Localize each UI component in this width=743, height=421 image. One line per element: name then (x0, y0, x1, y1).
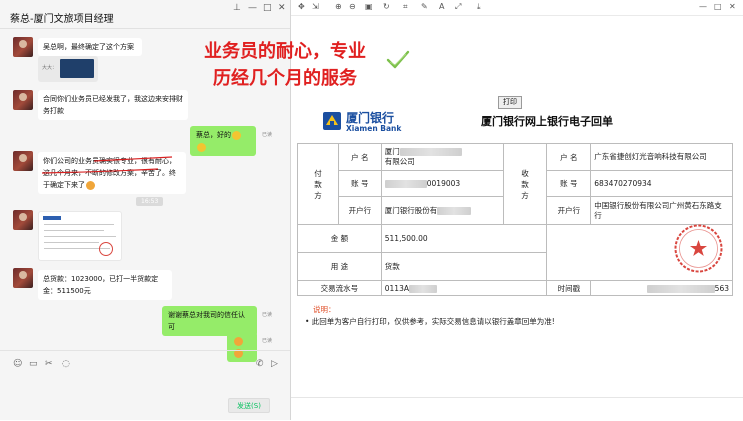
smile-emoji-icon (234, 336, 243, 346)
chat-title: 蔡总-厦门文旅项目经理 (10, 14, 114, 25)
payee-name-value: 广东省捷创灯光音响科技有限公司 (590, 143, 733, 171)
image-thumbnail (60, 59, 94, 78)
folder-icon[interactable]: ▭ (29, 359, 38, 369)
video-icon[interactable]: ▷ (271, 359, 278, 369)
caption-line-1: 业务员的耐心，专业 (204, 41, 366, 62)
receipt-title: 厦门银行网上银行电子回单 (481, 115, 613, 128)
message-bubble[interactable]: 总货款：1023000，已打一半货款定金：511500元 (38, 270, 172, 300)
close-button[interactable]: ✕ (278, 3, 286, 13)
read-status: 已读 (262, 312, 273, 318)
note-text: • 此回单为客户自行打印，仅供参考，实际交易信息请以银行盖章回单为准! (305, 317, 555, 326)
caption-line-2: 历经几个月的服务 (213, 68, 357, 89)
smile-emoji-icon (86, 180, 95, 190)
viewer-toolbar: ✥ ⇲ ⊕ ⊖ ▣ ↻ ⌗ ✎ A ⤢ ⤓ — □ ✕ (291, 0, 743, 16)
close-button[interactable]: ✕ (729, 2, 736, 11)
payee-section-label: 收款方 (502, 143, 548, 225)
avatar[interactable] (13, 37, 33, 57)
note-label: 说明： (313, 305, 336, 314)
edit-icon[interactable]: ✎ (421, 2, 428, 11)
message-text: 总货款：1023000，已打一半货款定金：511500元 (43, 275, 159, 295)
title-divider (0, 28, 290, 29)
message-text: 蔡总，好的 (196, 131, 231, 139)
maximize-button[interactable]: □ (263, 3, 272, 13)
smile-emoji-icon (197, 142, 206, 152)
message-text: 吴总啊，最终确定了这个方案 (43, 43, 134, 51)
chat-history-icon[interactable]: ◌ (62, 359, 70, 369)
payee-bank-value: 中国银行股份有限公司广州黄石东路支行 (590, 196, 733, 225)
payer-account-label: 账 号 (337, 170, 382, 197)
avatar[interactable] (13, 151, 33, 171)
document-line (44, 236, 116, 237)
serial-label: 交易流水号 (297, 280, 382, 296)
document-logo (43, 216, 61, 220)
message-text: 谢谢蔡总对我司的信任认可 (168, 311, 245, 331)
bank-logo-icon (323, 112, 341, 130)
phone-icon[interactable]: ✆ (256, 359, 264, 369)
avatar[interactable] (13, 210, 33, 230)
payer-account-value: 0019003 (380, 170, 504, 197)
minimize-button[interactable]: — (699, 2, 707, 11)
scissors-icon[interactable]: ✂ (45, 359, 53, 369)
message-text: 合同你们业务员已经发我了，我这边来安排财务打款 (43, 95, 183, 115)
document-line (44, 224, 114, 225)
overlay-caption: 业务员的耐心，专业 历经几个月的服务 (180, 38, 390, 92)
read-status: 已读 (262, 132, 273, 138)
crop-icon[interactable]: ⌗ (403, 2, 408, 12)
document-preview[interactable] (38, 211, 122, 261)
receipt-table: 付款方 户 名 厦门 有限公司 收款方 户 名 广东省捷创灯光音响科技有限公司 账… (297, 143, 733, 296)
payer-bank-label: 开户行 (337, 196, 382, 225)
payee-account-label: 账 号 (546, 170, 592, 197)
timestamp: 16:53 (136, 197, 164, 206)
text-icon[interactable]: A (439, 2, 444, 11)
read-status: 已读 (262, 338, 273, 344)
pan-icon[interactable]: ✥ (298, 2, 305, 11)
image-preview[interactable]: 大大： (38, 56, 98, 82)
check-icon (386, 50, 410, 69)
print-button[interactable]: 打印 (498, 96, 522, 109)
payee-name-label: 户 名 (546, 143, 592, 171)
image-caption: 大大： (42, 65, 58, 71)
zoom-out-icon[interactable]: ⊖ (349, 2, 356, 11)
viewer-bottom-border (291, 397, 743, 398)
smile-emoji-icon (232, 130, 241, 140)
pin-icon[interactable]: ⊥ (233, 3, 241, 13)
bank-seal-icon (674, 224, 723, 273)
stamp-icon (99, 242, 113, 256)
time-value: 563 (590, 280, 733, 296)
payer-name-value: 厦门 有限公司 (380, 143, 504, 171)
payer-bank-value: 厦门银行股份有 (380, 196, 504, 225)
payer-section-label: 付款方 (297, 143, 339, 225)
fullscreen-icon[interactable]: ⤢ (455, 2, 461, 12)
avatar[interactable] (13, 268, 33, 288)
message-bubble-own[interactable]: 蔡总，好的 (190, 126, 256, 156)
underline-annotation (41, 156, 173, 174)
payee-bank-label: 开户行 (546, 196, 592, 225)
purpose-label: 用 途 (297, 252, 382, 281)
rotate-icon[interactable]: ↻ (383, 2, 390, 11)
purpose-value: 货款 (380, 252, 548, 281)
bank-name-english: Xiamen Bank (346, 124, 402, 133)
message-bubble[interactable]: 吴总啊，最终确定了这个方案 (38, 38, 142, 56)
emoji-icon[interactable]: ☺ (13, 359, 22, 369)
message-input[interactable] (6, 372, 284, 394)
payer-name-label: 户 名 (337, 143, 382, 171)
expand-icon[interactable]: ⇲ (312, 2, 319, 11)
document-line (44, 230, 104, 231)
amount-value: 511,500.00 (380, 224, 548, 253)
payee-account-value: 683470270934 (590, 170, 733, 197)
minimize-button[interactable]: — (248, 3, 257, 13)
maximize-button[interactable]: □ (714, 2, 722, 11)
zoom-in-icon[interactable]: ⊕ (335, 2, 342, 11)
message-bubble[interactable]: 合同你们业务员已经发我了，我这边来安排财务打款 (38, 90, 188, 120)
fit-icon[interactable]: ▣ (365, 2, 373, 11)
document-line (44, 242, 99, 243)
avatar[interactable] (13, 90, 33, 110)
send-button[interactable]: 发送(S) (228, 398, 270, 413)
save-icon[interactable]: ⤓ (477, 2, 481, 12)
amount-label: 金 额 (297, 224, 382, 253)
serial-value: 0113A (380, 280, 548, 296)
time-label: 时间戳 (546, 280, 592, 296)
